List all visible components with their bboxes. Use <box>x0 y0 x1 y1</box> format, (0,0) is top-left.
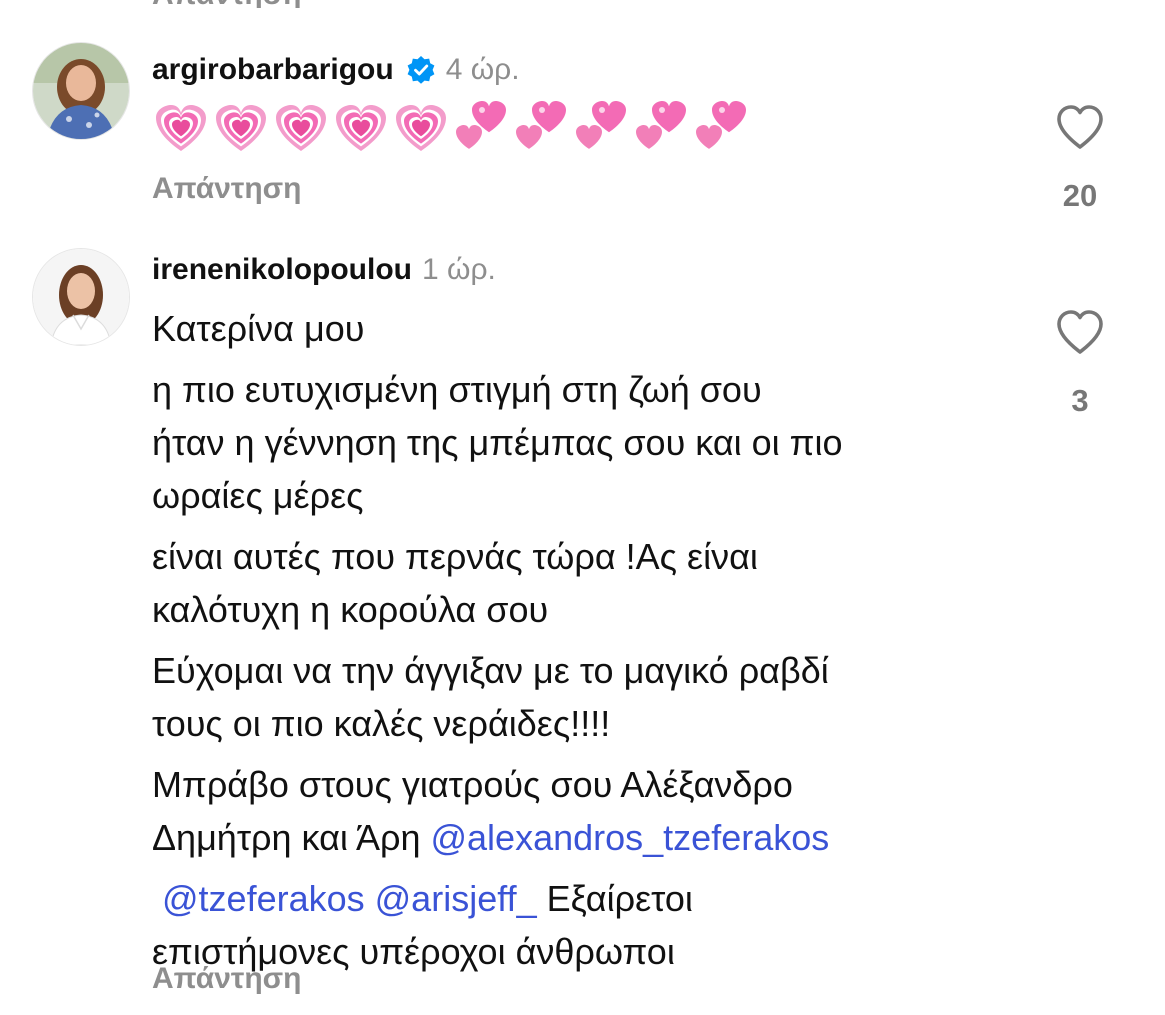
reply-link[interactable]: Απάντηση <box>152 962 302 996</box>
text-line: Κατερίνα μου <box>152 308 365 349</box>
growing-heart-icon <box>272 97 330 155</box>
heart-outline-icon[interactable] <box>1055 308 1105 356</box>
comment-paragraph: η πιο ευτυχισμένη στιγμή στη ζωή σου ήτα… <box>152 363 1032 522</box>
mention-link[interactable]: @arisjeff_ <box>375 878 537 919</box>
comment-body: Κατερίνα μου η πιο ευτυχισμένη στιγμή στ… <box>152 302 1032 986</box>
previous-reply-link[interactable]: Απάντηση <box>152 0 302 8</box>
comment-time: 1 ώρ. <box>422 253 496 286</box>
text-segment: Δημήτρη και Άρη <box>152 817 431 858</box>
comment-paragraph: Μπράβο στους γιατρούς σου Αλέξανδρο Δημή… <box>152 758 1032 864</box>
growing-heart-icon <box>212 97 270 155</box>
text-segment: Εξαίρετοι <box>546 878 693 919</box>
text-line: τους οι πιο καλές νεράιδες!!!! <box>152 703 611 744</box>
two-hearts-icon <box>692 97 750 155</box>
text-line: είναι αυτές που περνάς τώρα !Ας είναι <box>152 536 758 577</box>
text-line: ήταν η γέννηση της μπέμπας σου και οι πι… <box>152 422 843 463</box>
mention-link[interactable]: @alexandros_tzeferakos <box>430 817 829 858</box>
text-line: @tzeferakos @arisjeff_ Εξαίρετοι <box>152 872 1032 925</box>
heart-outline-icon[interactable] <box>1055 103 1105 151</box>
avatar[interactable] <box>32 248 130 346</box>
like-count: 3 <box>1071 383 1089 418</box>
two-hearts-icon <box>572 97 630 155</box>
text-line: Δημήτρη και Άρη @alexandros_tzeferakos <box>152 811 1032 864</box>
like-column: 3 <box>1040 308 1120 419</box>
text-line: ωραίες μέρες <box>152 475 364 516</box>
two-hearts-icon <box>452 97 510 155</box>
growing-heart-icon <box>332 97 390 155</box>
like-column: 20 <box>1040 103 1120 214</box>
verified-badge-icon <box>406 55 436 85</box>
comment-header: irenenikolopoulou 1 ώρ. <box>152 250 496 290</box>
emoji-row <box>152 96 752 156</box>
comment-paragraph: Κατερίνα μου <box>152 302 1032 355</box>
text-line: Μπράβο στους γιατρούς σου Αλέξανδρο <box>152 764 793 805</box>
comment-time: 4 ώρ. <box>445 53 520 86</box>
text-line: η πιο ευτυχισμένη στιγμή στη ζωή σου <box>152 369 762 410</box>
two-hearts-icon <box>512 97 570 155</box>
text-line: Εύχομαι να την άγγιξαν με το μαγικό ραβδ… <box>152 650 829 691</box>
two-hearts-icon <box>632 97 690 155</box>
growing-heart-icon <box>392 97 450 155</box>
reply-link[interactable]: Απάντηση <box>152 172 302 206</box>
username[interactable]: argirobarbarigou <box>152 53 394 87</box>
text-line: καλότυχη η κορούλα σου <box>152 589 549 630</box>
mention-link[interactable]: @tzeferakos <box>162 878 365 919</box>
growing-heart-icon <box>152 97 210 155</box>
avatar[interactable] <box>32 42 130 140</box>
comment-paragraph: είναι αυτές που περνάς τώρα !Ας είναι κα… <box>152 530 1032 636</box>
comment-header: argirobarbarigou 4 ώρ. <box>152 50 520 90</box>
comment-paragraph: Εύχομαι να την άγγιξαν με το μαγικό ραβδ… <box>152 644 1032 750</box>
username[interactable]: irenenikolopoulou <box>152 253 412 287</box>
like-count: 20 <box>1062 178 1098 213</box>
